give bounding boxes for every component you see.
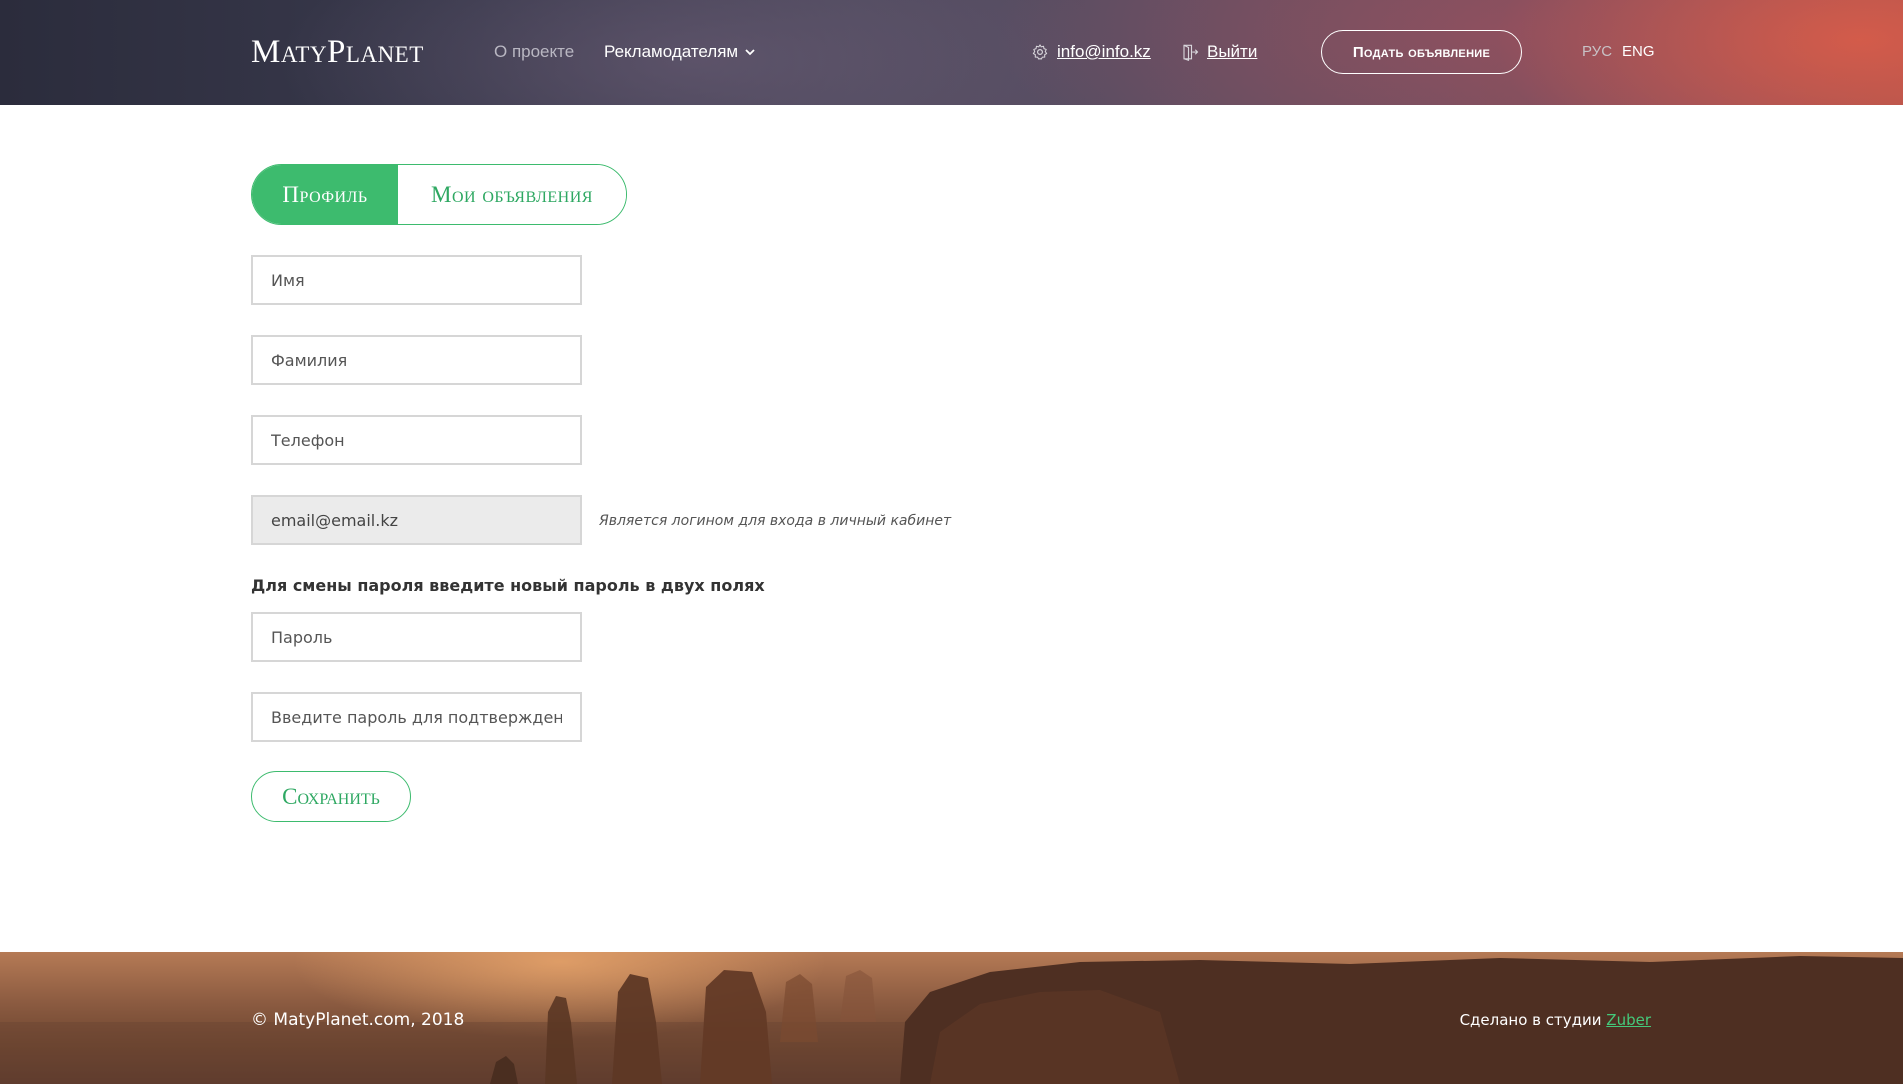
tab-my-ads[interactable]: Мои объявления xyxy=(398,165,626,224)
made-by-prefix: Сделано в студии xyxy=(1459,1011,1602,1029)
last-name-field[interactable] xyxy=(251,335,582,385)
save-button[interactable]: Сохранить xyxy=(251,771,411,822)
header-email: info@info.kz xyxy=(1031,41,1151,63)
password-field[interactable] xyxy=(251,612,582,662)
site-logo[interactable]: MatyPlanet xyxy=(251,34,424,70)
email-login-hint: Является логином для входа в личный каби… xyxy=(599,513,952,529)
logout-link[interactable]: Выйти xyxy=(1207,41,1257,63)
header-email-link[interactable]: info@info.kz xyxy=(1057,41,1151,63)
password-change-label: Для смены пароля введите новый пароль в … xyxy=(251,576,765,595)
logout-icon xyxy=(1183,44,1199,61)
post-ad-button[interactable]: Подать объявление xyxy=(1321,30,1522,74)
studio-link[interactable]: Zuber xyxy=(1606,1011,1651,1029)
first-name-field[interactable] xyxy=(251,255,582,305)
lang-ru-link[interactable]: РУС xyxy=(1582,43,1612,61)
header-logout[interactable]: Выйти xyxy=(1181,41,1257,63)
footer-made-by: Сделано в студии Zuber xyxy=(1460,1010,1651,1030)
password-confirm-field[interactable] xyxy=(251,692,582,742)
lang-en-link[interactable]: ENG xyxy=(1622,43,1655,61)
chevron-down-icon xyxy=(745,49,755,56)
nav-about-link[interactable]: О проекте xyxy=(494,41,574,63)
nav-advertisers-dropdown[interactable]: Рекламодателям xyxy=(604,41,756,63)
nav-advertisers-label: Рекламодателям xyxy=(604,42,739,61)
gear-icon xyxy=(1032,44,1048,60)
profile-tabs: Профиль Мои объявления xyxy=(251,164,627,225)
site-header: MatyPlanet О проекте Рекламодателям info… xyxy=(0,0,1903,105)
footer-copyright: © MatyPlanet.com, 2018 xyxy=(251,1010,465,1030)
email-field[interactable] xyxy=(251,495,582,545)
tab-profile[interactable]: Профиль xyxy=(252,165,398,224)
phone-field[interactable] xyxy=(251,415,582,465)
site-footer: © MatyPlanet.com, 2018 Сделано в студии … xyxy=(0,952,1903,1084)
